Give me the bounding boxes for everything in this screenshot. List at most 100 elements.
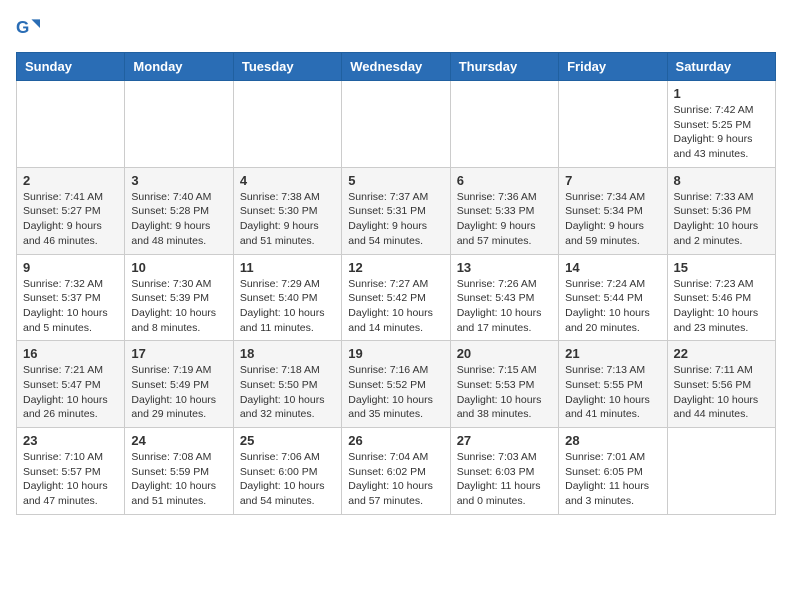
week-row-3: 9 Sunrise: 7:32 AM Sunset: 5:37 PM Daylig… [17, 254, 776, 341]
day-number: 7 [565, 173, 660, 188]
day-number: 21 [565, 346, 660, 361]
day-number: 18 [240, 346, 335, 361]
day-cell: 19Sunrise: 7:16 AM Sunset: 5:52 PM Dayli… [342, 341, 450, 428]
day-info: Sunrise: 7:37 AM Sunset: 5:31 PM Dayligh… [348, 190, 443, 249]
day-info: Sunrise: 7:40 AM Sunset: 5:28 PM Dayligh… [131, 190, 226, 249]
day-info: Sunrise: 7:34 AM Sunset: 5:34 PM Dayligh… [565, 190, 660, 249]
weekday-header-saturday: Saturday [667, 53, 775, 81]
calendar-table: SundayMondayTuesdayWednesdayThursdayFrid… [16, 52, 776, 515]
day-info: Sunrise: 7:36 AM Sunset: 5:33 PM Dayligh… [457, 190, 552, 249]
day-number: 11 [240, 260, 335, 275]
day-info: Sunrise: 7:03 AM Sunset: 6:03 PM Dayligh… [457, 450, 552, 509]
day-cell [667, 428, 775, 515]
day-info: Sunrise: 7:27 AM Sunset: 5:42 PM Dayligh… [348, 277, 443, 336]
day-number: 24 [131, 433, 226, 448]
day-cell: 12 Sunrise: 7:27 AM Sunset: 5:42 PM Dayli… [342, 254, 450, 341]
day-cell: 24 Sunrise: 7:08 AM Sunset: 5:59 PM Dayli… [125, 428, 233, 515]
weekday-header-tuesday: Tuesday [233, 53, 341, 81]
weekday-header-sunday: Sunday [17, 53, 125, 81]
day-number: 20 [457, 346, 552, 361]
day-number: 4 [240, 173, 335, 188]
day-info: Sunrise: 7:33 AM Sunset: 5:36 PM Dayligh… [674, 190, 769, 249]
day-number: 15 [674, 260, 769, 275]
week-row-2: 2Sunrise: 7:41 AM Sunset: 5:27 PM Daylig… [17, 167, 776, 254]
day-number: 13 [457, 260, 552, 275]
day-cell: 9 Sunrise: 7:32 AM Sunset: 5:37 PM Daylig… [17, 254, 125, 341]
day-cell [125, 81, 233, 168]
day-cell: 18 Sunrise: 7:18 AM Sunset: 5:50 PM Dayli… [233, 341, 341, 428]
weekday-header-monday: Monday [125, 53, 233, 81]
day-info: Sunrise: 7:06 AM Sunset: 6:00 PM Dayligh… [240, 450, 335, 509]
day-cell: 7 Sunrise: 7:34 AM Sunset: 5:34 PM Daylig… [559, 167, 667, 254]
day-number: 1 [674, 86, 769, 101]
week-row-1: 1 Sunrise: 7:42 AM Sunset: 5:25 PM Daylig… [17, 81, 776, 168]
day-cell: 8 Sunrise: 7:33 AM Sunset: 5:36 PM Daylig… [667, 167, 775, 254]
day-number: 5 [348, 173, 443, 188]
day-info: Sunrise: 7:23 AM Sunset: 5:46 PM Dayligh… [674, 277, 769, 336]
weekday-header-friday: Friday [559, 53, 667, 81]
day-number: 14 [565, 260, 660, 275]
day-number: 17 [131, 346, 226, 361]
day-info: Sunrise: 7:32 AM Sunset: 5:37 PM Dayligh… [23, 277, 118, 336]
week-row-5: 23 Sunrise: 7:10 AM Sunset: 5:57 PM Dayli… [17, 428, 776, 515]
day-info: Sunrise: 7:19 AM Sunset: 5:49 PM Dayligh… [131, 363, 226, 422]
day-cell [559, 81, 667, 168]
day-info: Sunrise: 7:38 AM Sunset: 5:30 PM Dayligh… [240, 190, 335, 249]
logo: G [16, 16, 44, 40]
day-info: Sunrise: 7:15 AM Sunset: 5:53 PM Dayligh… [457, 363, 552, 422]
weekday-header-row: SundayMondayTuesdayWednesdayThursdayFrid… [17, 53, 776, 81]
day-number: 10 [131, 260, 226, 275]
day-cell: 6 Sunrise: 7:36 AM Sunset: 5:33 PM Daylig… [450, 167, 558, 254]
day-info: Sunrise: 7:08 AM Sunset: 5:59 PM Dayligh… [131, 450, 226, 509]
day-info: Sunrise: 7:26 AM Sunset: 5:43 PM Dayligh… [457, 277, 552, 336]
day-info: Sunrise: 7:30 AM Sunset: 5:39 PM Dayligh… [131, 277, 226, 336]
day-info: Sunrise: 7:24 AM Sunset: 5:44 PM Dayligh… [565, 277, 660, 336]
day-number: 6 [457, 173, 552, 188]
svg-text:G: G [16, 17, 29, 37]
day-cell: 1 Sunrise: 7:42 AM Sunset: 5:25 PM Daylig… [667, 81, 775, 168]
day-cell: 13 Sunrise: 7:26 AM Sunset: 5:43 PM Dayli… [450, 254, 558, 341]
day-number: 27 [457, 433, 552, 448]
day-cell: 20 Sunrise: 7:15 AM Sunset: 5:53 PM Dayli… [450, 341, 558, 428]
day-number: 9 [23, 260, 118, 275]
weekday-header-wednesday: Wednesday [342, 53, 450, 81]
day-cell: 5 Sunrise: 7:37 AM Sunset: 5:31 PM Daylig… [342, 167, 450, 254]
day-cell: 28 Sunrise: 7:01 AM Sunset: 6:05 PM Dayli… [559, 428, 667, 515]
day-info: Sunrise: 7:01 AM Sunset: 6:05 PM Dayligh… [565, 450, 660, 509]
day-info: Sunrise: 7:41 AM Sunset: 5:27 PM Dayligh… [23, 190, 118, 249]
day-info: Sunrise: 7:04 AM Sunset: 6:02 PM Dayligh… [348, 450, 443, 509]
day-cell: 25 Sunrise: 7:06 AM Sunset: 6:00 PM Dayli… [233, 428, 341, 515]
day-cell: 26 Sunrise: 7:04 AM Sunset: 6:02 PM Dayli… [342, 428, 450, 515]
day-cell: 22Sunrise: 7:11 AM Sunset: 5:56 PM Dayli… [667, 341, 775, 428]
header: G [16, 16, 776, 40]
day-number: 3 [131, 173, 226, 188]
day-cell: 27 Sunrise: 7:03 AM Sunset: 6:03 PM Dayli… [450, 428, 558, 515]
day-info: Sunrise: 7:10 AM Sunset: 5:57 PM Dayligh… [23, 450, 118, 509]
day-cell [17, 81, 125, 168]
day-info: Sunrise: 7:11 AM Sunset: 5:56 PM Dayligh… [674, 363, 769, 422]
day-cell [450, 81, 558, 168]
day-number: 26 [348, 433, 443, 448]
day-cell: 21 Sunrise: 7:13 AM Sunset: 5:55 PM Dayli… [559, 341, 667, 428]
day-info: Sunrise: 7:16 AM Sunset: 5:52 PM Dayligh… [348, 363, 443, 422]
day-info: Sunrise: 7:21 AM Sunset: 5:47 PM Dayligh… [23, 363, 118, 422]
day-number: 8 [674, 173, 769, 188]
day-number: 16 [23, 346, 118, 361]
day-number: 28 [565, 433, 660, 448]
weekday-header-thursday: Thursday [450, 53, 558, 81]
day-cell: 3 Sunrise: 7:40 AM Sunset: 5:28 PM Daylig… [125, 167, 233, 254]
day-cell: 10 Sunrise: 7:30 AM Sunset: 5:39 PM Dayli… [125, 254, 233, 341]
day-info: Sunrise: 7:29 AM Sunset: 5:40 PM Dayligh… [240, 277, 335, 336]
day-number: 23 [23, 433, 118, 448]
logo-icon: G [16, 16, 40, 40]
day-cell: 11 Sunrise: 7:29 AM Sunset: 5:40 PM Dayli… [233, 254, 341, 341]
day-cell: 2Sunrise: 7:41 AM Sunset: 5:27 PM Daylig… [17, 167, 125, 254]
day-info: Sunrise: 7:42 AM Sunset: 5:25 PM Dayligh… [674, 103, 769, 162]
day-cell [342, 81, 450, 168]
day-info: Sunrise: 7:13 AM Sunset: 5:55 PM Dayligh… [565, 363, 660, 422]
day-cell: 4 Sunrise: 7:38 AM Sunset: 5:30 PM Daylig… [233, 167, 341, 254]
day-number: 12 [348, 260, 443, 275]
day-cell: 16 Sunrise: 7:21 AM Sunset: 5:47 PM Dayli… [17, 341, 125, 428]
day-info: Sunrise: 7:18 AM Sunset: 5:50 PM Dayligh… [240, 363, 335, 422]
day-number: 25 [240, 433, 335, 448]
